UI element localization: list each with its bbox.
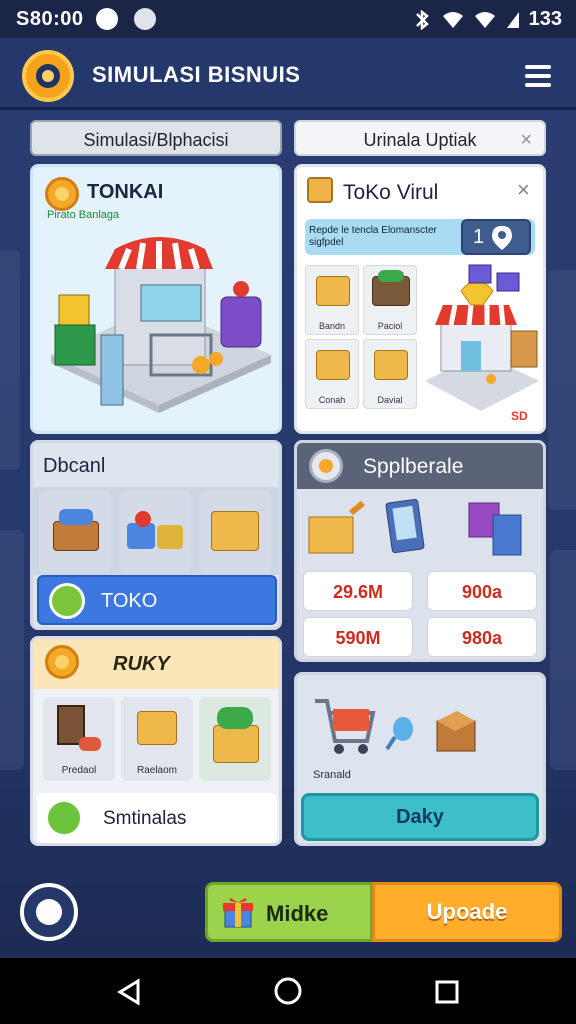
item-tile[interactable]	[119, 491, 191, 573]
price-value: 29.6M	[303, 571, 413, 611]
make-button-label: Midke	[266, 901, 329, 926]
status-bar: S80:00 133	[0, 0, 576, 38]
inventory-tile[interactable]: Paciol	[363, 265, 417, 335]
smtinalas-row[interactable]: Smtinalas	[37, 793, 277, 843]
counter-value: 1	[473, 226, 485, 248]
toko-card[interactable]: TONKAI Pirato Banlaga	[30, 164, 282, 434]
shop-items-illustration	[315, 699, 476, 754]
item-tile[interactable]	[39, 491, 111, 573]
tab-uptiak[interactable]: Urinala Uptiak ×	[294, 120, 546, 156]
daily-button[interactable]: Daky	[301, 793, 539, 841]
system-nav-bar	[0, 958, 576, 1024]
game-icon	[134, 8, 156, 30]
wifi-icon-2	[474, 11, 495, 28]
ball-icon	[49, 583, 85, 619]
item-tile[interactable]	[199, 491, 271, 573]
toko-subtitle: Pirato Banlaga	[47, 209, 120, 221]
toko-button[interactable]: TOKO	[37, 575, 277, 625]
close-icon[interactable]: ×	[517, 177, 530, 203]
ruky-item[interactable]: Predaol	[43, 697, 115, 781]
shop-label: Sranald	[313, 769, 351, 781]
ruky-item[interactable]: Raelaom	[121, 697, 193, 781]
wrench-icon	[45, 799, 83, 837]
smtinalas-label: Smtinalas	[103, 808, 187, 829]
supplier-card[interactable]: Spplberale 29.6M 900a 590M 980a	[294, 440, 546, 662]
store-illustration	[425, 264, 539, 411]
price-value: 590M	[303, 617, 413, 657]
price-value: 900a	[427, 571, 537, 611]
wifi-icon	[442, 11, 463, 28]
shop-card[interactable]: Sranald Daky	[294, 672, 546, 846]
toko-button-label: TOKO	[101, 590, 158, 612]
gift-icon	[223, 898, 253, 928]
virtual-banner-text: Repde le tencla Elomanscter sigfpdel	[309, 225, 437, 248]
recents-icon[interactable]	[434, 979, 460, 1005]
upgrade-button[interactable]: Upoade	[372, 882, 562, 942]
status-time: S80:00	[16, 8, 84, 30]
inventory-tile[interactable]: Bandn	[305, 265, 359, 335]
battery-level: 133	[528, 8, 562, 30]
box-icon	[307, 177, 333, 203]
counter-box[interactable]: 1	[461, 219, 531, 255]
tool-button[interactable]	[20, 883, 78, 941]
virtual-title: ToKo Virul	[343, 181, 439, 204]
supplier-icon	[309, 449, 343, 483]
virtual-card[interactable]: ToKo Virul × Repde le tencla Elomanscter…	[294, 164, 546, 434]
app-title: SIMULASI BISNUIS	[92, 62, 301, 87]
bluetooth-icon	[415, 9, 429, 30]
home-icon[interactable]	[274, 977, 302, 1005]
notification-icon	[96, 8, 118, 30]
app-logo-icon[interactable]	[22, 50, 74, 102]
dokumen-card[interactable]: Dbcanl TOKO	[30, 440, 282, 630]
back-icon[interactable]	[116, 978, 142, 1006]
store-tag: SD	[511, 409, 528, 423]
ruky-title: RUKY	[113, 653, 170, 675]
toko-title: TONKAI	[87, 181, 164, 203]
tab-uptiak-label: Urinala Uptiak	[363, 130, 477, 150]
ruky-item[interactable]	[199, 697, 271, 781]
coin-icon	[45, 645, 79, 679]
location-pin-icon	[492, 226, 512, 250]
tab-simulasi[interactable]: Simulasi/Blphacisi	[30, 120, 282, 156]
price-value: 980a	[427, 617, 537, 657]
ruky-card[interactable]: RUKY Predaol Raelaom Smtinalas	[30, 636, 282, 846]
dokumen-title: Dbcanl	[43, 455, 106, 477]
coin-icon	[45, 177, 79, 211]
make-button[interactable]: Midke	[205, 882, 373, 942]
app-bar: SIMULASI BISNUIS	[0, 38, 576, 110]
shop-illustration	[51, 237, 271, 413]
signal-icon	[506, 11, 519, 28]
menu-icon[interactable]	[525, 65, 551, 89]
close-icon[interactable]: ×	[520, 122, 532, 158]
inventory-tile[interactable]: Conah	[305, 339, 359, 409]
supplier-title: Spplberale	[363, 455, 464, 478]
supplier-items-illustration	[308, 498, 522, 556]
inventory-tile[interactable]: Davial	[363, 339, 417, 409]
